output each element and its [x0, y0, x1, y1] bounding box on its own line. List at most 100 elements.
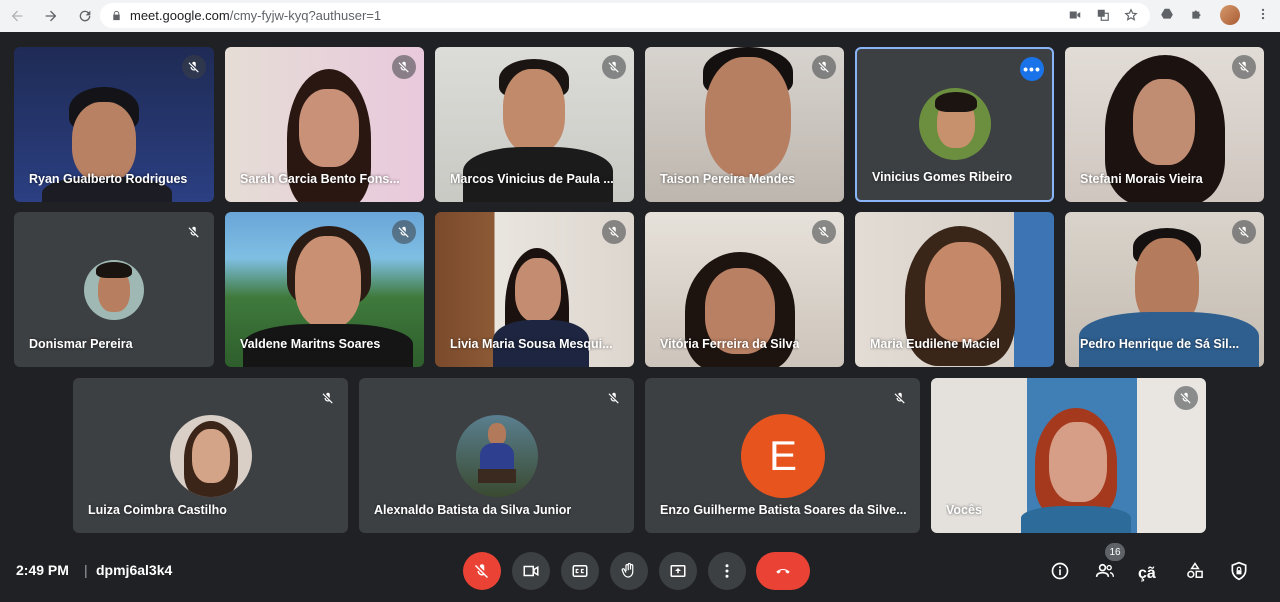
- participant-name: Stefani Morais Vieira: [1080, 172, 1203, 186]
- participant-avatar: [456, 415, 538, 497]
- captions-icon: [572, 565, 588, 577]
- address-bar[interactable]: meet.google.com/cmy-fyjw-kyq?authuser=1: [100, 3, 1150, 28]
- mic-off-icon: [888, 386, 912, 410]
- participant-face: [925, 242, 1001, 342]
- participant-name: Ryan Gualberto Rodrigues: [29, 172, 188, 186]
- camera-blocked-icon[interactable]: [1068, 8, 1082, 25]
- camera-icon: [523, 565, 539, 577]
- back-arrow-icon[interactable]: [6, 5, 28, 27]
- participant-name: Pedro Henrique de Sá Sil...: [1080, 337, 1240, 351]
- meeting-controls-bar: 2:49 PM | dpmj6al3k4 çã: [0, 540, 1280, 602]
- participant-tile[interactable]: Alexnaldo Batista da Silva Junior: [359, 378, 634, 533]
- participant-face: [1133, 79, 1195, 165]
- participant-avatar: [84, 260, 144, 320]
- participant-tile[interactable]: Valdene Maritns Soares: [225, 212, 424, 367]
- self-view-tile[interactable]: Vocês: [931, 378, 1206, 533]
- participant-tile[interactable]: Livia Maria Sousa Mesqui...: [435, 212, 634, 367]
- avatar-initial: E: [768, 432, 797, 479]
- participant-name: Vinicius Gomes Ribeiro: [872, 170, 1013, 184]
- participant-face: [705, 57, 791, 177]
- participant-tile[interactable]: Pedro Henrique de Sá Sil...: [1065, 212, 1264, 367]
- participant-tile[interactable]: Luiza Coimbra Castilho: [73, 378, 348, 533]
- url-text: meet.google.com/cmy-fyjw-kyq?authuser=1: [130, 8, 382, 23]
- participant-name: Luiza Coimbra Castilho: [88, 503, 227, 517]
- hangup-icon: [776, 568, 790, 574]
- shapes-icon: [1187, 562, 1203, 578]
- mic-off-icon: [602, 220, 626, 244]
- mic-off-icon: [392, 220, 416, 244]
- more-vert-icon: [725, 564, 729, 578]
- participant-face: [503, 69, 565, 153]
- activities-button[interactable]: [1183, 559, 1207, 583]
- mic-off-icon: [1174, 386, 1198, 410]
- participants-button[interactable]: [1093, 559, 1117, 583]
- mic-off-icon: [1232, 55, 1256, 79]
- participant-tile[interactable]: Stefani Morais Vieira: [1065, 47, 1264, 202]
- raise-hand-button[interactable]: [610, 552, 648, 590]
- participant-tile[interactable]: Sarah Garcia Bento Fons...: [225, 47, 424, 202]
- language-extension-button[interactable]: çã: [1138, 565, 1156, 583]
- participant-name: Livia Maria Sousa Mesqui...: [450, 337, 613, 351]
- reload-icon[interactable]: [74, 5, 96, 27]
- more-options-button[interactable]: [708, 552, 746, 590]
- mic-off-icon: [316, 386, 340, 410]
- mic-off-icon: [602, 386, 626, 410]
- browser-toolbar: meet.google.com/cmy-fyjw-kyq?authuser=1: [0, 0, 1280, 32]
- present-screen-button[interactable]: [659, 552, 697, 590]
- participant-hair: [96, 262, 132, 278]
- participant-face: [192, 429, 230, 483]
- participant-name: Marcos Vinicius de Paula ...: [450, 172, 614, 186]
- participant-legs: [478, 469, 516, 483]
- drive-extension-icon[interactable]: [1160, 7, 1174, 24]
- participants-count-badge: 16: [1105, 543, 1125, 561]
- mic-off-icon: [1232, 220, 1256, 244]
- participant-avatar: [170, 415, 252, 497]
- leave-call-button[interactable]: [756, 552, 810, 590]
- participant-face: [295, 236, 361, 328]
- profile-avatar[interactable]: [1220, 5, 1240, 25]
- participant-tile[interactable]: E Enzo Guilherme Batista Soares da Silve…: [645, 378, 920, 533]
- participant-tile[interactable]: Marcos Vinicius de Paula ...: [435, 47, 634, 202]
- translate-icon[interactable]: [1096, 8, 1110, 25]
- participant-tile[interactable]: Ryan Gualberto Rodrigues: [14, 47, 214, 202]
- camera-toggle-button[interactable]: [512, 552, 550, 590]
- meeting-time: 2:49 PM: [16, 562, 69, 578]
- meeting-code: dpmj6al3k4: [96, 562, 173, 578]
- mic-off-icon: [182, 220, 206, 244]
- participant-tile[interactable]: Taison Pereira Mendes: [645, 47, 844, 202]
- participant-name: Vitória Ferreira da Silva: [660, 337, 800, 351]
- mic-off-icon: [474, 564, 488, 579]
- participant-name: Maria Eudilene Maciel: [870, 337, 1000, 351]
- participant-name: Enzo Guilherme Batista Soares da Silve..…: [660, 503, 907, 517]
- participant-name: Vocês: [946, 503, 982, 517]
- menu-dots-icon[interactable]: [1256, 7, 1270, 24]
- mic-off-icon: [602, 55, 626, 79]
- forward-arrow-icon[interactable]: [40, 5, 62, 27]
- mic-toggle-button[interactable]: [463, 552, 501, 590]
- mic-off-icon: [182, 55, 206, 79]
- initial-avatar: E: [741, 414, 825, 498]
- participant-tile[interactable]: Donismar Pereira: [14, 212, 214, 367]
- mic-off-icon: [812, 220, 836, 244]
- participant-name: Valdene Maritns Soares: [240, 337, 381, 351]
- info-icon: [1051, 562, 1069, 580]
- participant-name: Donismar Pereira: [29, 337, 133, 351]
- captions-button[interactable]: [561, 552, 599, 590]
- participant-avatar: [919, 88, 991, 160]
- participant-name: Sarah Garcia Bento Fons...: [240, 172, 400, 186]
- participant-face: [1049, 422, 1107, 502]
- mic-off-icon: [392, 55, 416, 79]
- participant-tile-active-speaker[interactable]: ••• Vinicius Gomes Ribeiro: [855, 47, 1054, 202]
- meeting-details-button[interactable]: [1048, 559, 1072, 583]
- participant-tile[interactable]: Maria Eudilene Maciel: [855, 212, 1054, 367]
- bookmark-star-icon[interactable]: [1124, 8, 1138, 25]
- divider: |: [84, 562, 88, 578]
- more-options-button[interactable]: •••: [1020, 57, 1044, 81]
- participant-tile[interactable]: Vitória Ferreira da Silva: [645, 212, 844, 367]
- shield-lock-icon: [1231, 561, 1247, 581]
- host-controls-button[interactable]: [1227, 559, 1251, 583]
- participant-hair: [935, 92, 977, 112]
- participant-face: [72, 102, 136, 182]
- participant-face: [488, 423, 506, 445]
- extensions-puzzle-icon[interactable]: [1190, 7, 1204, 24]
